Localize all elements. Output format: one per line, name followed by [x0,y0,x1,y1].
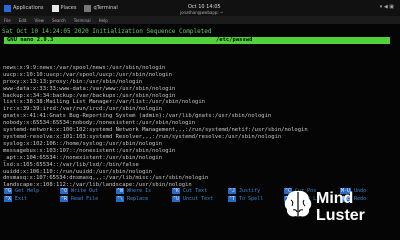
terminal-menubar: File Edit View Search Terminal Help [0,16,400,24]
nano-title-bar: GNU nano 2.9.3 /etc/passwd [4,37,390,44]
shortcut-justify[interactable]: ^J Justify [228,188,260,194]
shortcut-read-file[interactable]: ^R Read File [60,196,98,202]
shortcut-cut-text[interactable]: ^K Cut Text [172,188,207,194]
file-line: systemd-network:x:100:102:systemd Networ… [3,127,308,134]
watermark-logo: Mind Luster [282,188,400,240]
window-title: jonathan@webapp: ~ [180,10,224,15]
shortcut-where-is[interactable]: ^W Where Is [116,188,151,194]
file-line: news:x:9:9:news:/var/spool/news:/usr/sbi… [3,64,166,71]
terminal-taskbar-item[interactable]: qTerminal [84,4,118,12]
file-line: messagebus:x:103:107::/nonexistent:/usr/… [3,147,176,154]
shortcut-to-spell[interactable]: ^T To Spell [228,196,263,202]
openvpn-banner: Sat Oct 10 14:24:05 2020 Initialization … [2,28,212,35]
menu-file[interactable]: File [4,18,11,23]
brain-icon [284,190,312,217]
file-content[interactable]: news:x:9:9:news:/var/spool/news:/usr/sbi… [3,58,308,196]
shortcut-exit[interactable]: ^X Exit [4,196,27,202]
watermark-text: Mind Luster [316,190,365,224]
shortcut-get-help[interactable]: ^G Get Help [4,188,39,194]
menu-help[interactable]: Help [99,18,108,23]
menu-terminal[interactable]: Terminal [74,18,91,23]
file-line: uucp:x:10:10:uucp:/var/spool/uucp:/usr/s… [3,71,172,78]
file-line: syslog:x:102:106::/home/syslog:/usr/sbin… [3,140,162,147]
file-line: dnsmasq:x:107:65534:dnsmasq,,,:/var/lib/… [3,175,209,182]
file-line: backup:x:34:34:backup:/var/backups:/usr/… [3,92,176,99]
file-line: uuidd:x:106:110::/run/uuidd:/usr/sbin/no… [3,168,153,175]
nano-version: GNU nano 2.9.3 [7,37,54,43]
shortcut-uncut-text[interactable]: ^U Uncut Text [172,196,213,202]
shortcut-write-out[interactable]: ^O Write Out [60,188,98,194]
apps-icon [4,4,11,12]
file-line: proxy:x:13:13:proxy:/bin:/usr/sbin/nolog… [3,78,143,85]
top-panel: Applications Places qTerminal Oct 10 14:… [0,0,400,16]
file-line: nobody:x:65534:65534:nobody:/nonexistent… [3,120,196,127]
file-line: www-data:x:33:33:www-data:/var/www:/usr/… [3,85,176,92]
terminal-icon [84,4,92,12]
file-line: gnats:x:41:41:Gnats Bug-Reporting System… [3,113,272,120]
file-line: lxd:x:105:65534::/var/lib/lxd/:/bin/fals… [3,161,139,168]
menu-edit[interactable]: Edit [19,18,27,23]
places-menu[interactable]: Places [51,4,76,12]
system-tray[interactable]: ▾ ◀ ▣ [380,4,394,10]
file-line: _apt:x:104:65534::/nonexistent:/usr/sbin… [3,154,162,161]
file-line: systemd-resolve:x:101:103:systemd Resolv… [3,133,282,140]
file-line: list:x:38:38:Mailing List Manager:/var/l… [3,99,205,106]
file-line: irc:x:39:39:ircd:/var/run/ircd:/usr/sbin… [3,106,162,113]
nano-filename: /etc/passwd [216,37,253,43]
folder-icon [51,4,59,12]
menu-search[interactable]: Search [52,18,66,23]
applications-menu[interactable]: Applications [4,4,44,12]
shortcut-replace[interactable]: ^\ Replace [116,196,148,202]
menu-view[interactable]: View [34,18,44,23]
